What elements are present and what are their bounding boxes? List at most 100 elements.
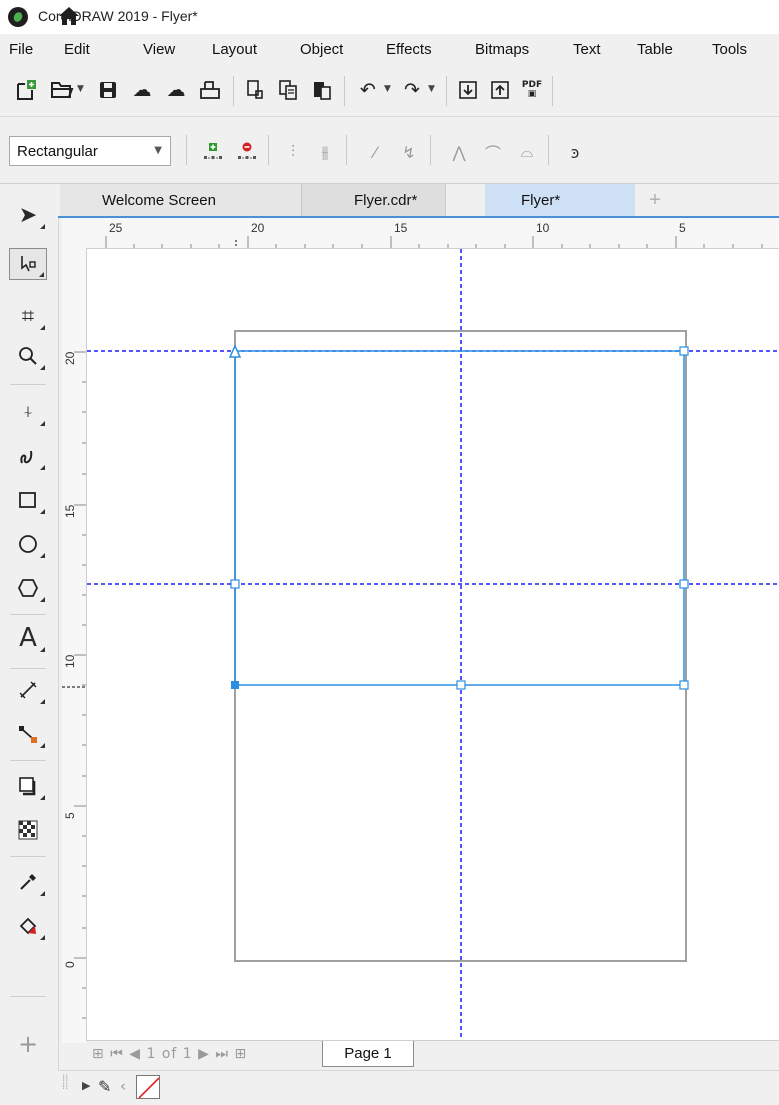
menu-view[interactable]: View — [143, 41, 175, 58]
add-tool-icon[interactable]: + — [9, 1028, 47, 1060]
ruler-label: 10 — [536, 221, 550, 235]
title-bar: CorelDRAW 2019 - Flyer* — [0, 0, 779, 34]
toolbox: ➤ ⌗ ⍭ A + — [0, 184, 59, 1104]
selection-mode-value: Rectangular — [17, 143, 98, 160]
eyedropper-tool-icon[interactable] — [9, 866, 47, 898]
last-page-icon[interactable]: ⏭ — [215, 1046, 229, 1062]
selection-mode-dropdown[interactable]: Rectangular ▼ — [9, 136, 171, 166]
flyout-indicator — [40, 365, 45, 370]
interactive-fill-icon[interactable] — [9, 910, 47, 942]
paste-icon[interactable] — [310, 78, 334, 102]
reverse-direction-icon[interactable]: ꜿ — [562, 140, 588, 164]
menu-object[interactable]: Object — [300, 41, 343, 58]
page-position: 1 of 1 — [146, 1046, 193, 1062]
menu-table[interactable]: Table — [637, 41, 673, 58]
selected-node-handle[interactable] — [231, 681, 239, 689]
flyout-indicator — [40, 743, 45, 748]
rectangle-tool-icon[interactable] — [9, 484, 47, 516]
tab-flyer-cdr[interactable]: Flyer.cdr* — [302, 184, 446, 216]
previous-page-icon[interactable]: ◀ — [129, 1046, 141, 1062]
document-tab-bar: Welcome Screen Flyer.cdr* Flyer* + — [58, 184, 779, 218]
no-fill-swatch[interactable] — [136, 1075, 160, 1099]
menu-layout[interactable]: Layout — [212, 41, 257, 58]
crop-tool-icon[interactable]: ⌗ — [9, 300, 47, 332]
menu-edit[interactable]: Edit — [64, 41, 90, 58]
cut-icon[interactable] — [243, 78, 267, 102]
to-curve-icon[interactable]: ↯ — [396, 140, 422, 164]
flyout-indicator — [40, 553, 45, 558]
polygon-tool-icon[interactable] — [9, 572, 47, 604]
copy-icon[interactable] — [276, 78, 300, 102]
color-eyedropper-icon[interactable]: ✎ — [98, 1077, 111, 1096]
add-page-before-icon[interactable]: ⊞ — [92, 1046, 105, 1062]
flyout-indicator — [40, 597, 45, 602]
chevron-down-icon: ▼ — [154, 145, 162, 156]
palette-scroll-left-icon[interactable]: ‹ — [120, 1077, 126, 1095]
vertical-ruler[interactable]: 20 15 10 5 0 — [62, 248, 87, 1043]
cloud-upload-icon[interactable]: ☁ — [164, 78, 188, 102]
menu-effects[interactable]: Effects — [386, 41, 432, 58]
to-line-icon[interactable]: ⁄ — [362, 140, 388, 164]
parallel-dimension-icon[interactable] — [9, 674, 47, 706]
ruler-label: 5 — [679, 221, 686, 235]
open-dropdown-caret-icon[interactable]: ▼ — [77, 84, 84, 94]
ruler-label: 5 — [63, 812, 77, 819]
tab-label: Welcome Screen — [102, 191, 216, 209]
new-document-icon[interactable] — [14, 78, 38, 102]
connector-tool-icon[interactable] — [9, 718, 47, 750]
redo-dropdown-caret-icon[interactable]: ▼ — [428, 84, 435, 94]
ellipse-tool-icon[interactable] — [9, 528, 47, 560]
toolbar-separator — [344, 76, 345, 106]
open-icon[interactable] — [50, 78, 74, 102]
menu-file[interactable]: File — [9, 41, 33, 58]
tab-welcome-screen[interactable]: Welcome Screen — [60, 184, 302, 216]
import-icon[interactable] — [456, 78, 480, 102]
new-tab-button[interactable]: + — [640, 184, 670, 216]
property-bar: Rectangular ▼ ⫶ ⫵ ⁄ ↯ ⋀ ⌒ ⌓ ꜿ — [0, 117, 779, 184]
menu-text[interactable]: Text — [573, 41, 601, 58]
undo-dropdown-caret-icon[interactable]: ▼ — [384, 84, 391, 94]
export-icon[interactable] — [488, 78, 512, 102]
text-tool-icon[interactable]: A — [9, 622, 47, 654]
smooth-node-icon[interactable]: ⌒ — [480, 140, 506, 164]
menu-bitmaps[interactable]: Bitmaps — [475, 41, 529, 58]
toolbar-separator — [268, 135, 269, 165]
palette-flyout-icon[interactable]: ▶ — [82, 1079, 90, 1092]
break-curve-icon[interactable]: ⫵ — [312, 140, 338, 164]
ruler-label: 20 — [251, 221, 265, 235]
horizontal-ruler[interactable]: 25 20 15 10 5 — [62, 218, 779, 249]
shape-tool-icon[interactable] — [9, 248, 47, 280]
zoom-tool-icon[interactable] — [9, 340, 47, 372]
tab-flyer-active[interactable]: Flyer* — [485, 184, 635, 216]
save-icon[interactable] — [96, 78, 120, 102]
cloud-download-icon[interactable]: ☁ — [130, 78, 154, 102]
ruler-label: 0 — [63, 961, 77, 968]
home-icon[interactable] — [58, 6, 79, 26]
artistic-media-icon[interactable] — [9, 440, 47, 472]
symmetrical-node-icon[interactable]: ⌓ — [514, 140, 540, 164]
join-nodes-icon[interactable]: ⫶ — [280, 140, 306, 164]
cusp-node-icon[interactable]: ⋀ — [446, 140, 472, 164]
drop-shadow-icon[interactable] — [9, 770, 47, 802]
pick-tool-icon[interactable]: ➤ — [9, 199, 47, 231]
undo-icon[interactable]: ↶ — [356, 78, 380, 102]
add-nodes-icon[interactable] — [200, 140, 226, 164]
drawing-canvas[interactable] — [87, 249, 779, 1041]
next-page-icon[interactable]: ▶ — [198, 1046, 210, 1062]
delete-nodes-icon[interactable] — [234, 140, 260, 164]
toolbox-separator — [10, 996, 46, 997]
ruler-label: 15 — [394, 221, 408, 235]
page-navigator: ⊞ ⏮ ◀ 1 of 1 ▶ ⏭ ⊞ Page 1 — [86, 1040, 779, 1071]
add-page-after-icon[interactable]: ⊞ — [234, 1046, 247, 1062]
freehand-tool-icon[interactable]: ⍭ — [9, 396, 47, 428]
first-page-icon[interactable]: ⏮ — [110, 1046, 124, 1062]
redo-icon[interactable]: ↷ — [400, 78, 424, 102]
publish-pdf-icon[interactable]: PDF ▣ — [520, 78, 544, 102]
flyout-indicator — [40, 421, 45, 426]
menu-tools[interactable]: Tools — [712, 41, 747, 58]
print-icon[interactable] — [198, 78, 222, 102]
canvas-drawing — [87, 249, 779, 1041]
transparency-tool-icon[interactable] — [9, 814, 47, 846]
page-tab[interactable]: Page 1 — [322, 1041, 414, 1067]
grip-icon[interactable]: ⁞⁞ ⁞⁞ — [62, 1074, 68, 1092]
